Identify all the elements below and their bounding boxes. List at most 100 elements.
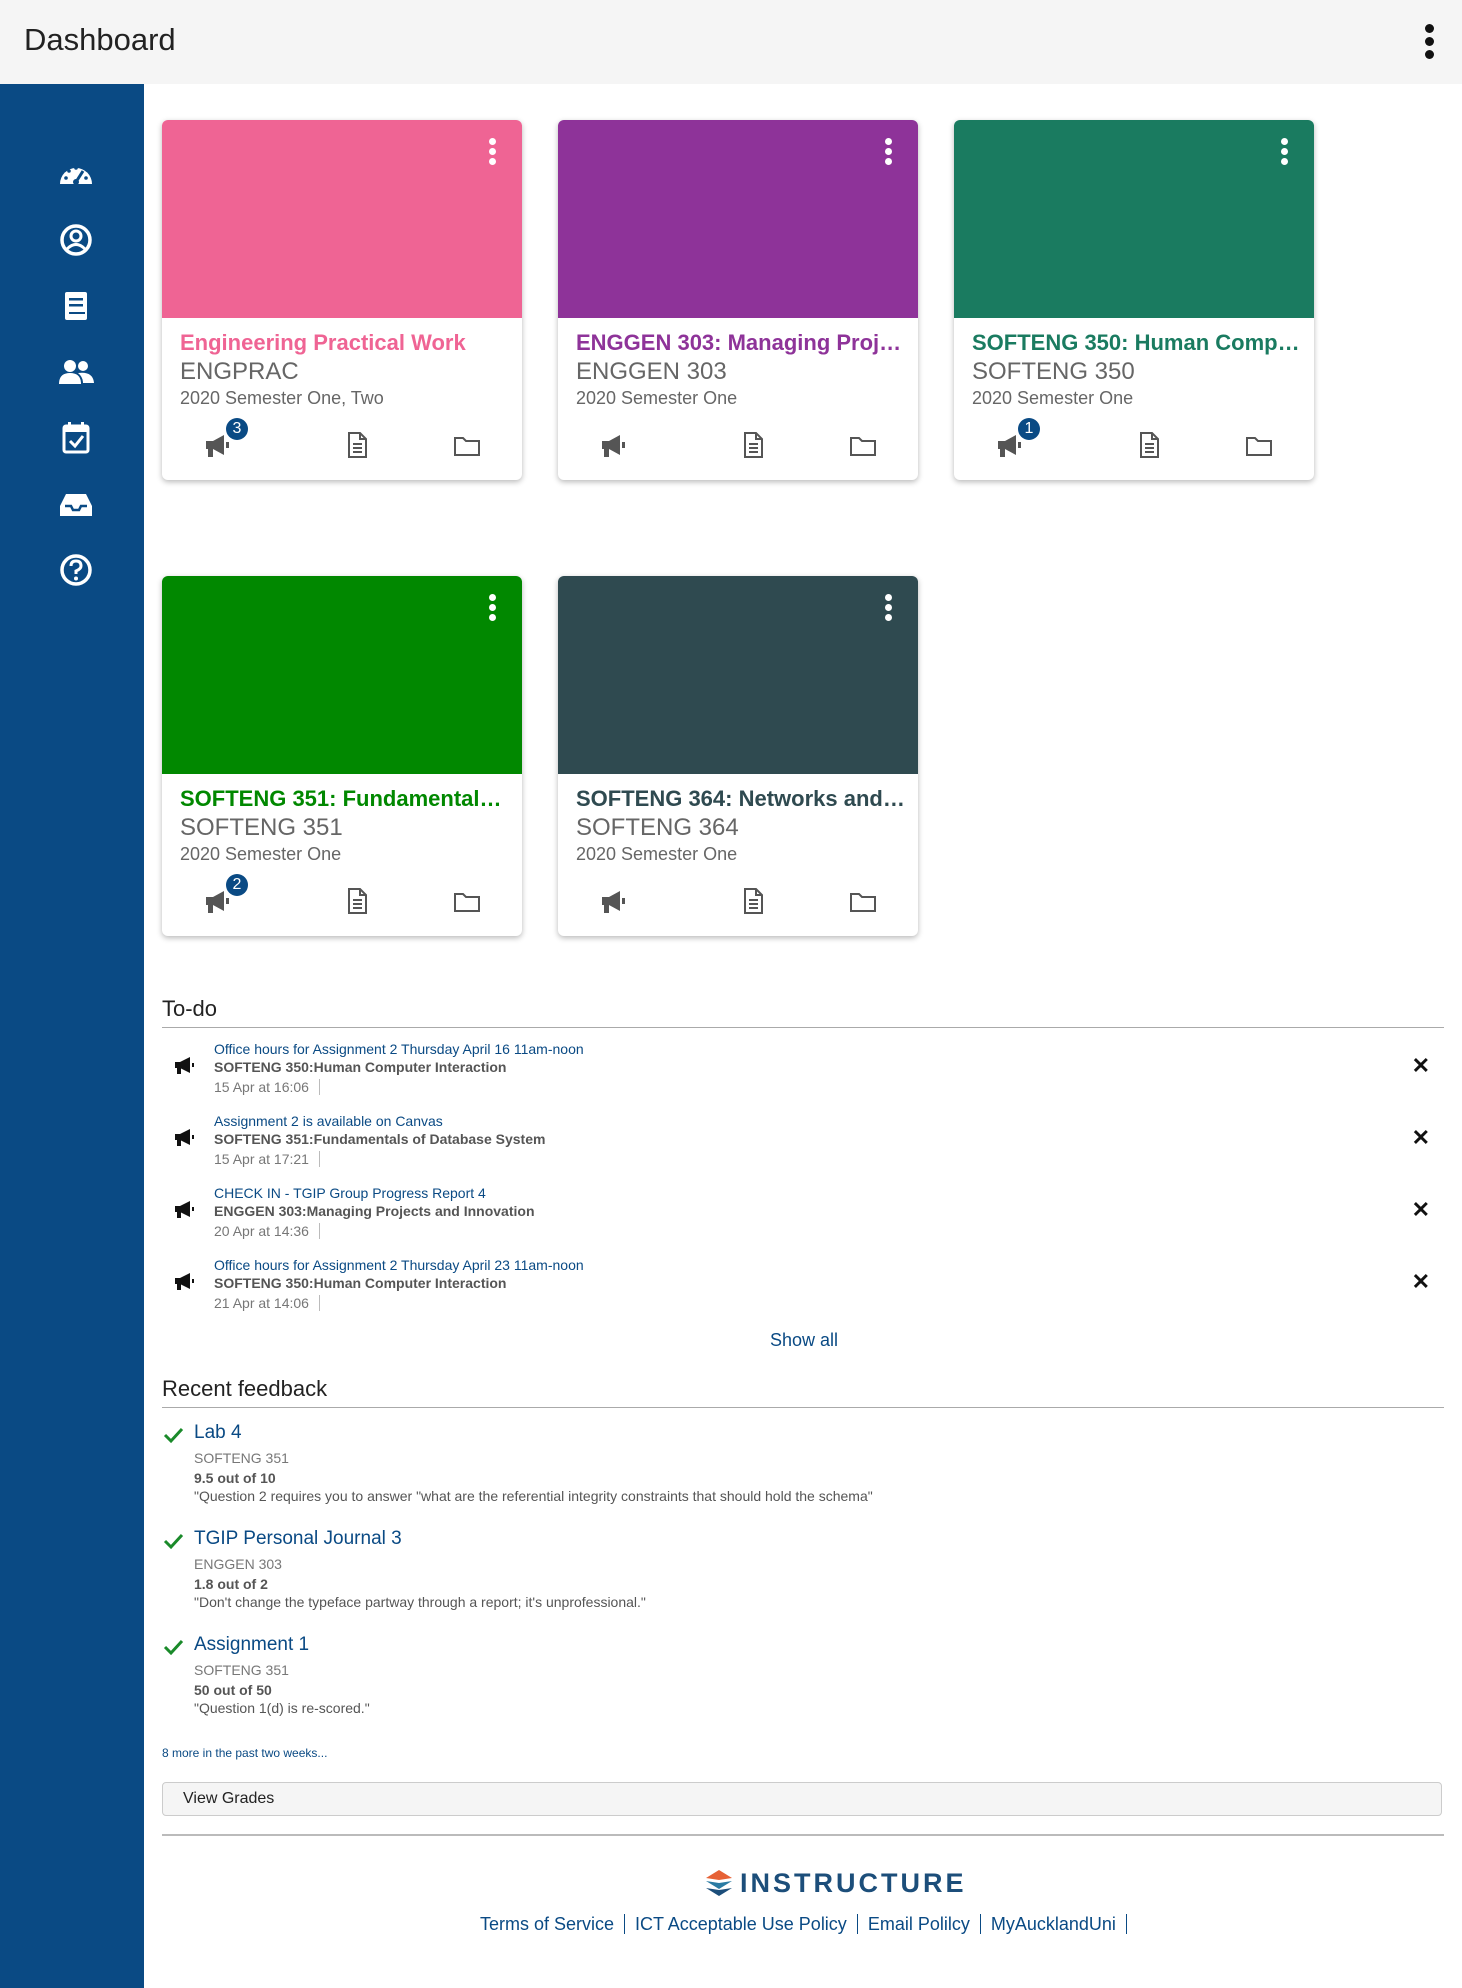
feedback-comment: "Question 2 requires you to answer "what… (194, 1488, 873, 1504)
assignments-icon[interactable] (738, 886, 768, 916)
todo-item-date: 21 Apr at 14:06 (214, 1295, 320, 1311)
footer-link[interactable]: ICT Acceptable Use Policy (625, 1914, 858, 1934)
announcement-icon (172, 1125, 196, 1149)
unread-badge: 1 (1018, 418, 1040, 440)
feedback-title-link[interactable]: Assignment 1 (194, 1634, 309, 1656)
footer-links: Terms of Service ICT Acceptable Use Polic… (470, 1914, 1150, 1935)
todo-item-course: SOFTENG 350:Human Computer Interaction (214, 1059, 507, 1075)
feedback-score: 9.5 out of 10 (194, 1470, 276, 1486)
todo-item-link[interactable]: Office hours for Assignment 2 Thursday A… (214, 1257, 584, 1273)
dashboard-icon[interactable] (56, 154, 96, 194)
course-card-code: ENGPRAC (180, 358, 299, 385)
footer-link[interactable]: Email Polilcy (857, 1914, 981, 1934)
check-icon (162, 1636, 184, 1658)
calendar-icon[interactable] (56, 418, 96, 458)
course-card-title[interactable]: SOFTENG 350: Human Comput… (972, 330, 1302, 356)
course-card-code: SOFTENG 364 (576, 814, 739, 841)
card-options-icon[interactable] (884, 138, 894, 168)
todo-item: Assignment 2 is available on Canvas SOFTE… (162, 1113, 1444, 1181)
assignments-icon[interactable] (342, 886, 372, 916)
check-icon (162, 1424, 184, 1446)
card-options-icon[interactable] (488, 594, 498, 624)
announcements-icon[interactable]: 1 (994, 418, 1040, 460)
announcements-icon[interactable]: 3 (202, 418, 248, 460)
files-icon[interactable] (452, 430, 482, 460)
help-icon[interactable] (56, 550, 96, 590)
assignments-icon[interactable] (738, 430, 768, 460)
feedback-item: Lab 4 SOFTENG 351 9.5 out of 10 "Question 2… (162, 1422, 1444, 1522)
todo-item-link[interactable]: Office hours for Assignment 2 Thursday A… (214, 1041, 584, 1057)
global-nav-sidebar (0, 84, 144, 1988)
footer-divider (162, 1834, 1444, 1836)
course-card-hero[interactable] (954, 120, 1314, 318)
show-all-link[interactable]: Show all (770, 1330, 838, 1351)
card-options-icon[interactable] (884, 594, 894, 624)
course-card-code: ENGGEN 303 (576, 358, 727, 385)
account-icon[interactable] (56, 220, 96, 260)
courses-icon[interactable] (56, 286, 96, 326)
recent-feedback-heading: Recent feedback (162, 1376, 328, 1401)
todo-item-course: ENGGEN 303:Managing Projects and Innovat… (214, 1203, 535, 1219)
todo-item-date: 15 Apr at 17:21 (214, 1151, 320, 1167)
announcements-icon[interactable] (598, 430, 628, 460)
course-card[interactable]: SOFTENG 351: Fundamentals of… SOFTENG 351… (162, 576, 522, 936)
feedback-title-link[interactable]: Lab 4 (194, 1422, 242, 1444)
view-grades-button[interactable]: View Grades (162, 1782, 1442, 1816)
files-icon[interactable] (1244, 430, 1274, 460)
assignments-icon[interactable] (1134, 430, 1164, 460)
assignments-icon[interactable] (342, 430, 372, 460)
page-title: Dashboard (24, 22, 176, 57)
todo-item-date: 15 Apr at 16:06 (214, 1079, 320, 1095)
unread-badge: 3 (226, 418, 248, 440)
card-options-icon[interactable] (1280, 138, 1290, 168)
course-card-title[interactable]: ENGGEN 303: Managing Project… (576, 330, 906, 356)
course-card-title[interactable]: Engineering Practical Work (180, 330, 510, 356)
course-card-title[interactable]: SOFTENG 351: Fundamentals of… (180, 786, 510, 812)
todo-item: Office hours for Assignment 2 Thursday A… (162, 1257, 1444, 1325)
more-options-icon[interactable] (1424, 24, 1436, 60)
card-options-icon[interactable] (488, 138, 498, 168)
feedback-item: Assignment 1 SOFTENG 351 50 out of 50 "Ques… (162, 1634, 1444, 1734)
files-icon[interactable] (848, 886, 878, 916)
announcements-icon[interactable]: 2 (202, 874, 248, 916)
course-card-hero[interactable] (162, 120, 522, 318)
feedback-title-link[interactable]: TGIP Personal Journal 3 (194, 1528, 402, 1550)
files-icon[interactable] (848, 430, 878, 460)
course-card[interactable]: SOFTENG 364: Networks and S… SOFTENG 364 2… (558, 576, 918, 936)
inbox-icon[interactable] (56, 484, 96, 524)
todo-item-course: SOFTENG 350:Human Computer Interaction (214, 1275, 507, 1291)
course-card[interactable]: SOFTENG 350: Human Comput… SOFTENG 350 202… (954, 120, 1314, 480)
announcement-icon (172, 1197, 196, 1221)
feedback-course: SOFTENG 351 (194, 1662, 289, 1678)
course-card-hero[interactable] (558, 576, 918, 774)
announcement-icon (172, 1269, 196, 1293)
dismiss-icon[interactable]: ✕ (1412, 1125, 1430, 1151)
files-icon[interactable] (452, 886, 482, 916)
feedback-score: 50 out of 50 (194, 1682, 272, 1698)
course-card-hero[interactable] (558, 120, 918, 318)
more-feedback-link[interactable]: 8 more in the past two weeks... (162, 1746, 327, 1760)
course-card-title[interactable]: SOFTENG 364: Networks and S… (576, 786, 906, 812)
dismiss-icon[interactable]: ✕ (1412, 1197, 1430, 1223)
dismiss-icon[interactable]: ✕ (1412, 1053, 1430, 1079)
feedback-comment: "Don't change the typeface partway throu… (194, 1594, 646, 1610)
course-card-term: 2020 Semester One (576, 388, 738, 408)
todo-item: Office hours for Assignment 2 Thursday A… (162, 1041, 1444, 1109)
course-card-code: SOFTENG 350 (972, 358, 1135, 385)
top-bar: Dashboard (0, 0, 1462, 84)
groups-icon[interactable] (56, 352, 96, 392)
announcements-icon[interactable] (598, 886, 628, 916)
footer-link[interactable]: MyAucklandUni (980, 1914, 1127, 1934)
todo-divider (162, 1027, 1444, 1028)
todo-item-link[interactable]: Assignment 2 is available on Canvas (214, 1113, 443, 1129)
course-card-hero[interactable] (162, 576, 522, 774)
course-card[interactable]: ENGGEN 303: Managing Project… ENGGEN 303 2… (558, 120, 918, 480)
footer-link[interactable]: Terms of Service (470, 1914, 626, 1934)
feedback-comment: "Question 1(d) is re-scored." (194, 1700, 370, 1716)
course-card[interactable]: Engineering Practical Work ENGPRAC 2020 Se… (162, 120, 522, 480)
todo-item-date: 20 Apr at 14:36 (214, 1223, 320, 1239)
dismiss-icon[interactable]: ✕ (1412, 1269, 1430, 1295)
todo-item-link[interactable]: CHECK IN - TGIP Group Progress Report 4 (214, 1185, 486, 1201)
course-card-term: 2020 Semester One (180, 844, 342, 864)
feedback-score: 1.8 out of 2 (194, 1576, 268, 1592)
